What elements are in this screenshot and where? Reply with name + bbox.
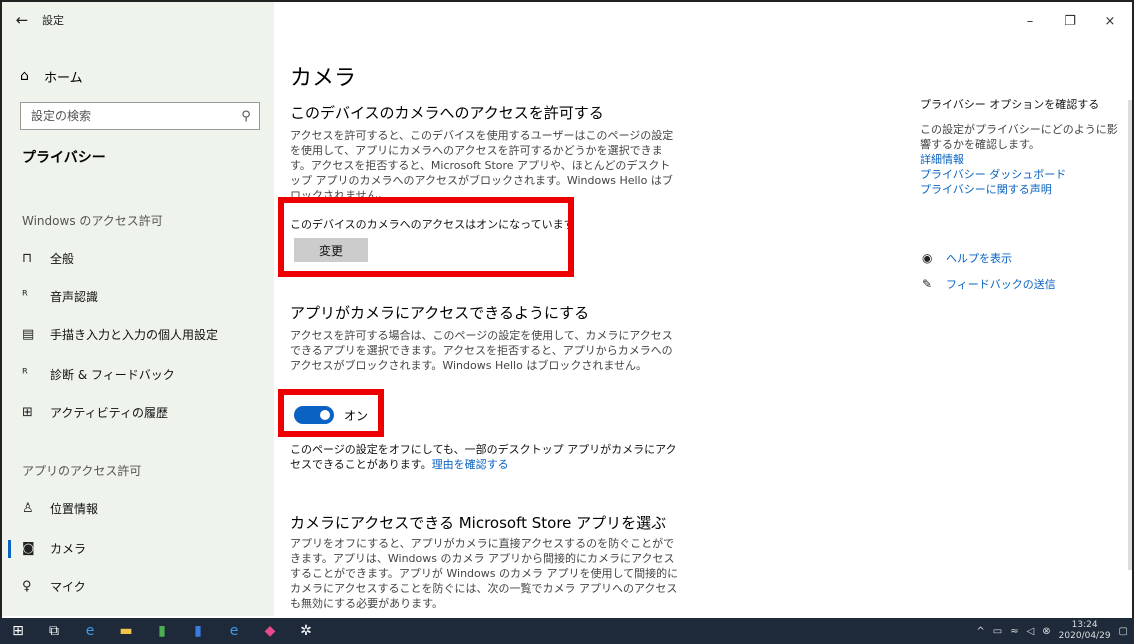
ie-icon[interactable]: e (216, 618, 252, 644)
file-explorer-icon[interactable]: ▬ (108, 618, 144, 644)
main-content: カメラ このデバイスのカメラへのアクセスを許可する アクセスを許可すると、このデ… (290, 2, 690, 616)
maximize-button[interactable]: ❐ (1050, 14, 1090, 29)
lock-icon: ⊓ (22, 250, 33, 266)
device-access-description: アクセスを許可すると、このデバイスを使用するユーザーはこのページの設定を使用して… (290, 129, 674, 202)
sidebar-item-label: 診断 & フィードバック (50, 367, 175, 382)
sidebar-item-camera[interactable]: ◙ カメラ (2, 532, 274, 564)
clock[interactable]: 13:24 2020/04/29 (1059, 620, 1111, 642)
system-tray: ^ ▭ ≈ ◁ ⊗ 13:24 2020/04/29 ▢ (976, 618, 1128, 644)
edge-icon[interactable]: e (72, 618, 108, 644)
back-arrow-icon[interactable]: ← (2, 2, 42, 38)
sidebar-item-diagnostics[interactable]: ᴿ 診断 & フィードバック (2, 358, 274, 390)
pen-icon: ▤ (22, 326, 35, 342)
sidebar-item-home[interactable]: ⌂ ホーム (2, 62, 83, 90)
settings-gear-icon[interactable]: ✲ (288, 618, 324, 644)
titlebar: ← 設定 (2, 2, 274, 38)
camera-icon: ◙ (22, 540, 35, 556)
category-title: プライバシー (22, 150, 106, 166)
language-icon[interactable]: ⊗ (1042, 626, 1050, 637)
speech-icon: ᴿ (22, 288, 28, 304)
search-icon[interactable]: ⚲ (233, 109, 259, 124)
task-view-icon[interactable]: ⧉ (36, 618, 72, 644)
learn-why-link[interactable]: 理由を確認する (432, 458, 509, 471)
sidebar-item-inking[interactable]: ▤ 手描き入力と入力の個人用設定 (2, 318, 274, 350)
feedback-icon: ✎ (922, 277, 933, 291)
app-permissions-label: アプリのアクセス許可 (22, 464, 142, 478)
location-icon: ♙ (22, 500, 34, 516)
chevron-up-icon[interactable]: ^ (976, 626, 984, 637)
sidebar-item-label: マイク (50, 579, 86, 594)
microphone-icon: ♀ (22, 578, 32, 594)
date: 2020/04/29 (1058, 631, 1111, 641)
sidebar-item-general[interactable]: ⊓ 全般 (2, 242, 274, 274)
sidebar-item-label: 音声認識 (50, 289, 99, 304)
privacy-options-description: この設定がプライバシーにどのように影響するかを確認します。 (920, 123, 1118, 151)
spreadsheet-icon[interactable]: ▮ (144, 618, 180, 644)
device-access-heading: このデバイスのカメラへのアクセスを許可する (290, 104, 604, 122)
page-title: カメラ (290, 66, 357, 91)
search-box: ⚲ (20, 102, 260, 130)
app-access-description: アクセスを許可する場合は、このページの設定を使用して、カメラにアクセスできるアプ… (290, 329, 673, 372)
word-icon[interactable]: ▮ (180, 618, 216, 644)
help-icon: ◉ (922, 251, 933, 265)
highlight-box-toggle (278, 389, 384, 437)
sidebar-item-speech[interactable]: ᴿ 音声認識 (2, 280, 274, 312)
app-access-heading: アプリがカメラにアクセスできるようにする (290, 304, 590, 322)
battery-icon[interactable]: ▭ (993, 626, 1002, 637)
sidebar-item-label: 位置情報 (50, 501, 99, 516)
desktop-apps-note: このページの設定をオフにしても、一部のデスクトップ アプリがカメラにアクセスでき… (290, 442, 680, 472)
sidebar-item-location[interactable]: ♙ 位置情報 (2, 492, 274, 524)
sidebar-item-label: 手描き入力と入力の個人用設定 (50, 327, 219, 342)
home-icon: ⌂ (20, 68, 29, 84)
notifications-icon[interactable]: ▢ (1119, 626, 1128, 637)
related-panel: プライバシー オプションを確認する この設定がプライバシーにどのように影響するか… (920, 96, 1120, 197)
wifi-icon[interactable]: ≈ (1010, 626, 1018, 637)
privacy-statement-link[interactable]: プライバシーに関する声明 (920, 182, 1120, 197)
volume-icon[interactable]: ◁ (1027, 626, 1035, 637)
app-icon[interactable]: ◆ (252, 618, 288, 644)
help-label: ヘルプを表示 (946, 252, 1012, 265)
sidebar-item-label: カメラ (50, 541, 87, 556)
sidebar-item-label: アクティビティの履歴 (50, 405, 168, 420)
feedback-label: フィードバックの送信 (946, 278, 1056, 291)
start-icon[interactable]: ⊞ (0, 618, 36, 644)
store-apps-description: アプリをオフにすると、アプリがカメラに直接アクセスするのを防ぐことができます。ア… (290, 537, 679, 610)
window-controls: – ❐ × (1010, 14, 1130, 29)
privacy-dashboard-link[interactable]: プライバシー ダッシュボード (920, 167, 1120, 182)
timeline-icon: ⊞ (22, 404, 33, 420)
minimize-button[interactable]: – (1010, 14, 1050, 29)
close-button[interactable]: × (1090, 14, 1130, 29)
sidebar: ← 設定 ⌂ ホーム ⚲ プライバシー Windows のアクセス許可 ⊓ 全般… (2, 2, 274, 616)
more-info-link[interactable]: 詳細情報 (920, 152, 1120, 167)
sidebar-item-label: 全般 (50, 251, 75, 266)
scrollbar[interactable] (1128, 100, 1132, 570)
home-label: ホーム (44, 70, 83, 86)
search-input[interactable] (21, 103, 233, 129)
time: 13:24 (1071, 620, 1098, 630)
privacy-options-heading: プライバシー オプションを確認する (920, 98, 1100, 111)
highlight-box-change (278, 197, 574, 277)
store-apps-heading: カメラにアクセスできる Microsoft Store アプリを選ぶ (290, 514, 667, 532)
windows-permissions-label: Windows のアクセス許可 (22, 214, 163, 228)
taskbar: ⊞ ⧉ e ▬ ▮ ▮ e ◆ ✲ ^ ▭ ≈ ◁ ⊗ 13:24 2020/0… (0, 618, 1134, 644)
feedback-link[interactable]: ✎ フィードバックの送信 (922, 276, 1056, 292)
diagnostics-icon: ᴿ (22, 366, 28, 382)
sidebar-item-activity[interactable]: ⊞ アクティビティの履歴 (2, 396, 274, 428)
sidebar-item-microphone[interactable]: ♀ マイク (2, 570, 274, 602)
app-title: 設定 (42, 14, 64, 27)
get-help-link[interactable]: ◉ ヘルプを表示 (922, 250, 1012, 266)
